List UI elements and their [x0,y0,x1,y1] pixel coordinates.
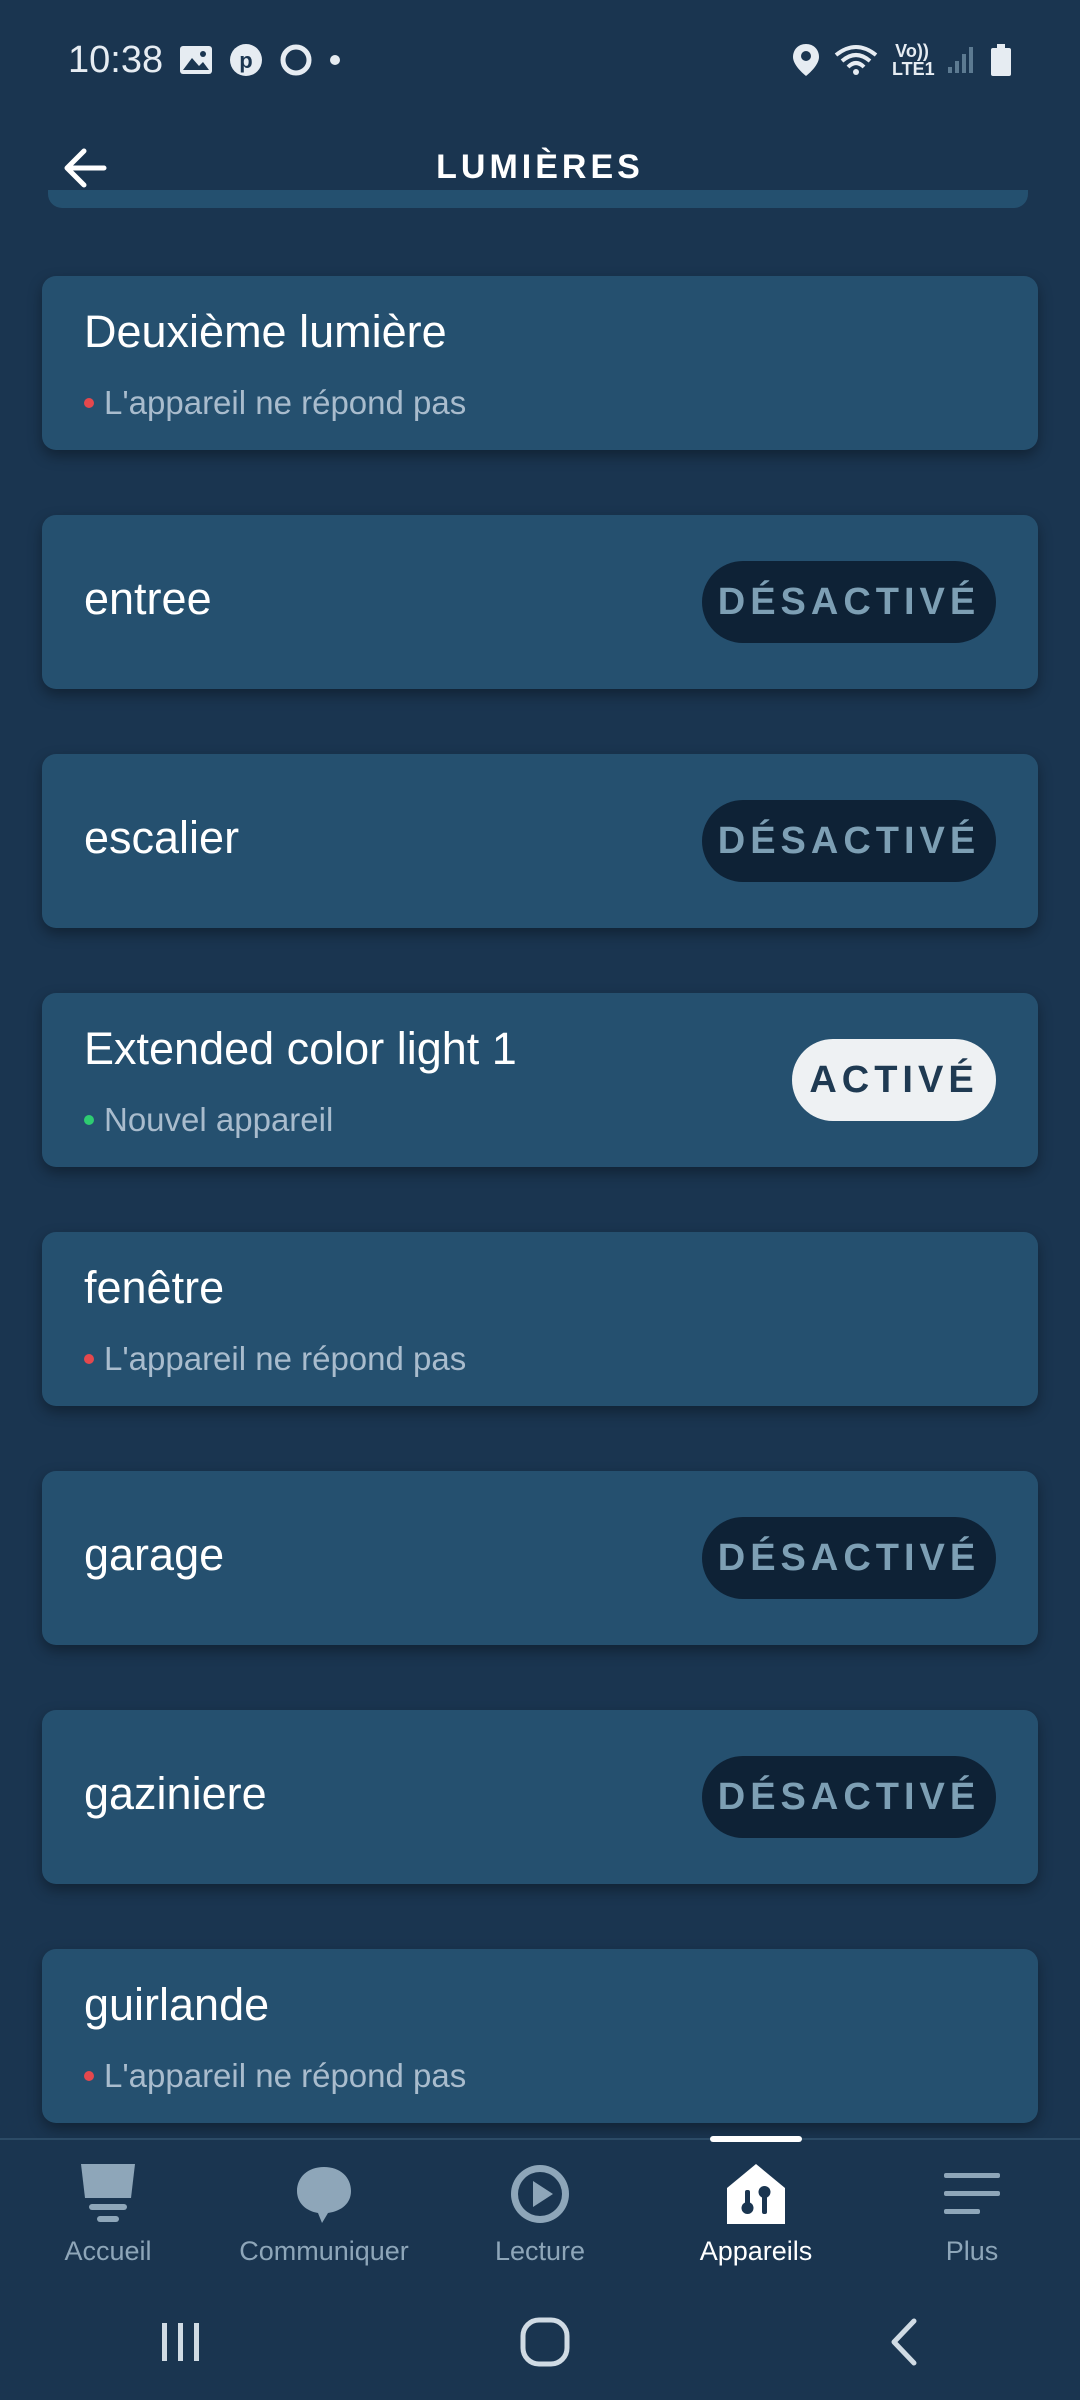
menu-icon [942,2158,1002,2230]
device-status-text: L'appareil ne répond pas [104,384,467,421]
active-tab-indicator [710,2136,802,2142]
device-card[interactable]: entree DÉSACTIVÉ [42,515,1038,689]
device-status: L'appareil ne répond pas [84,384,466,422]
nav-label: Communiquer [239,2236,409,2266]
device-status: L'appareil ne répond pas [84,2057,466,2095]
device-card[interactable]: Extended color light 1 Nouvel appareil A… [42,993,1038,1167]
device-name: Deuxième lumière [84,306,447,357]
nav-label: Accueil [64,2236,152,2266]
device-name: gaziniere [84,1768,267,1819]
devices-house-icon [725,2158,787,2230]
device-card[interactable]: gaziniere DÉSACTIVÉ [42,1710,1038,1884]
home-icon [77,2158,139,2230]
location-icon [792,43,820,77]
page-title: LUMIÈRES [436,148,644,186]
gallery-icon [179,45,213,75]
status-bar: 10:38 p Vo)) LTE1 [0,0,1080,120]
device-card[interactable]: Deuxième lumière L'appareil ne répond pa… [42,276,1038,450]
circle-app-icon [279,43,313,77]
nav-item-appareils[interactable]: Appareils [648,2136,864,2290]
nav-item-lecture[interactable]: Lecture [432,2140,648,2290]
error-status-dot [84,1354,94,1364]
system-navigation [0,2288,1080,2400]
nav-item-communiquer[interactable]: Communiquer [216,2140,432,2290]
wifi-icon [834,43,878,77]
signal-icon [946,45,976,75]
battery-icon [990,43,1012,77]
pinterest-icon: p [229,43,263,77]
network-type: Vo)) LTE1 [892,41,935,79]
notification-dot [329,54,341,66]
power-toggle-button[interactable]: DÉSACTIVÉ [702,561,996,643]
nav-item-plus[interactable]: Plus [864,2140,1080,2290]
device-status-text: L'appareil ne répond pas [104,2057,467,2094]
device-card[interactable]: fenêtre L'appareil ne répond pas [42,1232,1038,1406]
nav-label: Appareils [699,2236,813,2266]
device-name: Extended color light 1 [84,1023,517,1074]
svg-text:p: p [239,48,252,73]
device-card[interactable]: guirlande L'appareil ne répond pas [42,1949,1038,2123]
device-status-text: Nouvel appareil [104,1101,334,1138]
device-status-text: L'appareil ne répond pas [104,1340,467,1377]
recents-icon[interactable] [156,2317,206,2372]
power-toggle-button[interactable]: DÉSACTIVÉ [702,1517,996,1599]
back-chevron-icon[interactable] [884,2315,924,2374]
device-name: garage [84,1529,225,1580]
status-left: 10:38 p [68,39,341,82]
device-name: entree [84,573,212,624]
error-status-dot [84,398,94,408]
play-icon [509,2158,571,2230]
status-time: 10:38 [68,38,164,81]
device-name: fenêtre [84,1262,225,1313]
bottom-navigation: Accueil Communiquer Lecture Appareils Pl… [0,2136,1080,2290]
previous-card-edge [48,190,1028,208]
device-status: L'appareil ne répond pas [84,1340,466,1378]
new-status-dot [84,1115,94,1125]
error-status-dot [84,2071,94,2081]
power-toggle-button[interactable]: DÉSACTIVÉ [702,1756,996,1838]
nav-label: Lecture [494,2236,586,2266]
nav-item-accueil[interactable]: Accueil [0,2140,216,2290]
nav-label: Plus [945,2236,999,2266]
device-card[interactable]: garage DÉSACTIVÉ [42,1471,1038,1645]
device-name: guirlande [84,1979,270,2030]
power-toggle-button[interactable]: DÉSACTIVÉ [702,800,996,882]
home-circle-icon[interactable] [518,2315,572,2374]
device-status: Nouvel appareil [84,1101,333,1139]
status-right: Vo)) LTE1 [792,42,1012,78]
device-name: escalier [84,812,240,863]
device-card[interactable]: escalier DÉSACTIVÉ [42,754,1038,928]
power-toggle-button[interactable]: ACTIVÉ [792,1039,996,1121]
chat-bubble-icon [294,2158,354,2230]
